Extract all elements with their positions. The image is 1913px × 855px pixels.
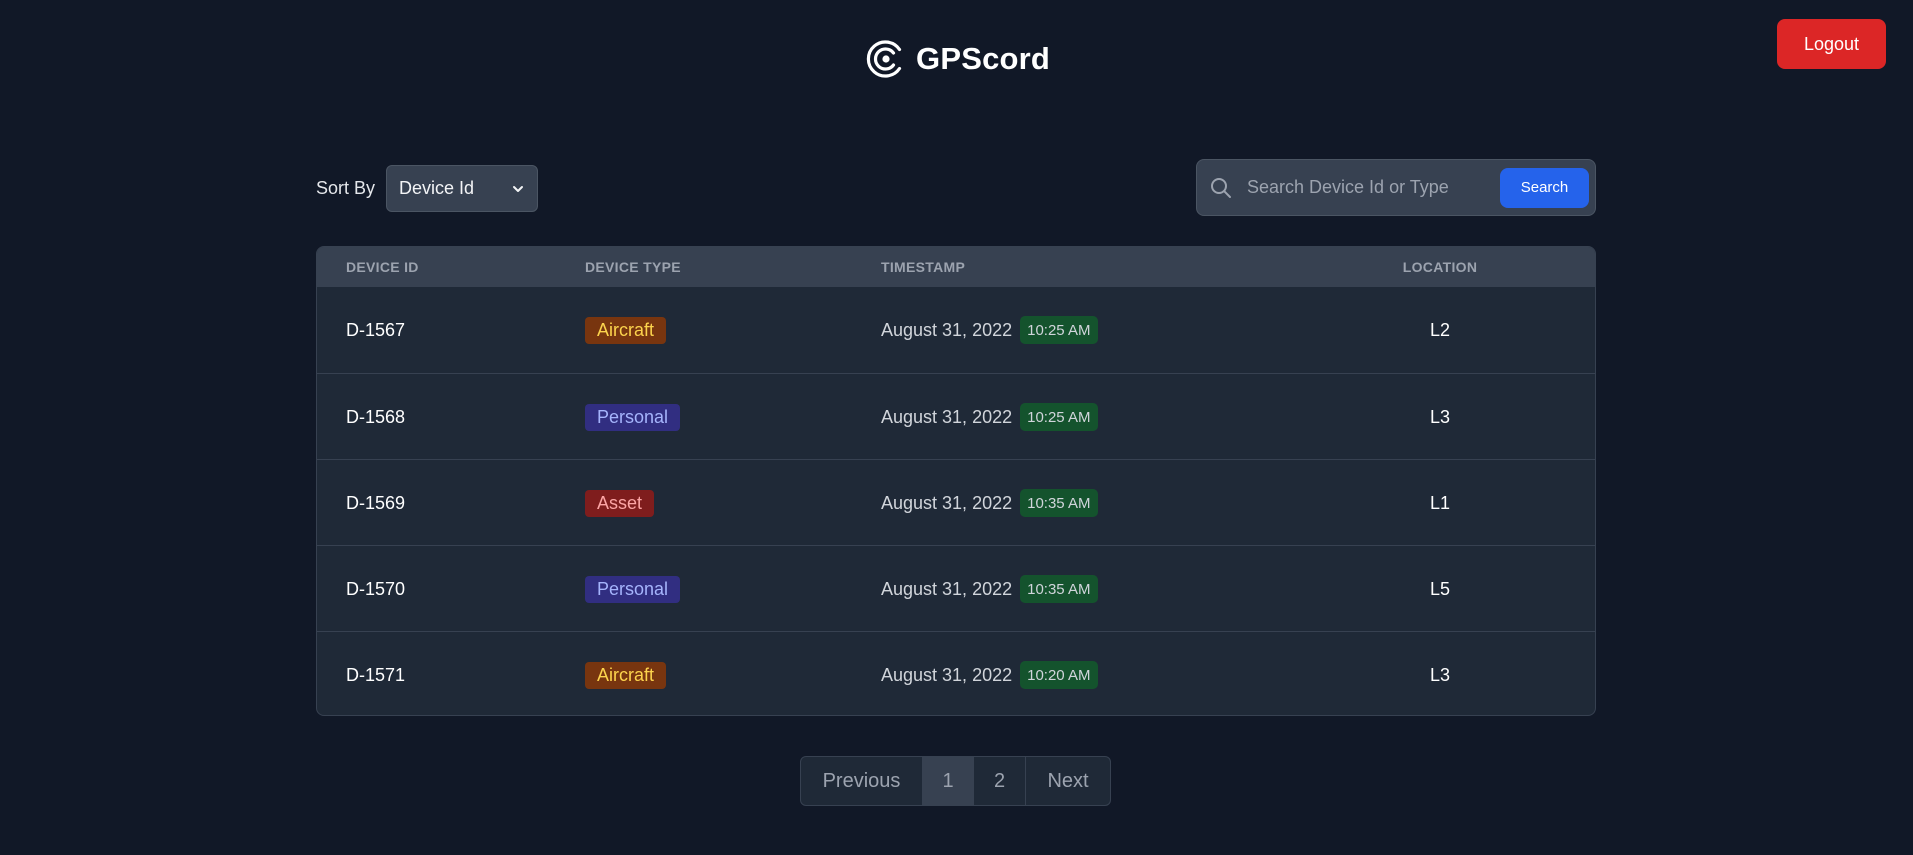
location-cell: L3 bbox=[1429, 664, 1451, 685]
device-id-cell: D-1567 bbox=[346, 319, 406, 340]
table-row[interactable]: D-1569 Asset August 31, 2022 10:35 AM L1 bbox=[317, 459, 1595, 545]
sort-label: Sort By bbox=[316, 178, 376, 198]
gpscord-logo-icon bbox=[866, 40, 902, 78]
device-type-cell: Asset bbox=[585, 460, 655, 546]
timestamp-cell: August 31, 2022 10:35 AM bbox=[881, 546, 1098, 632]
timestamp-time-badge: 10:35 AM bbox=[1020, 575, 1098, 603]
table-row[interactable]: D-1568 Personal August 31, 2022 10:25 AM … bbox=[317, 373, 1595, 459]
timestamp-cell: August 31, 2022 10:25 AM bbox=[881, 374, 1098, 460]
timestamp-date: August 31, 2022 bbox=[881, 492, 1013, 513]
timestamp-date: August 31, 2022 bbox=[881, 319, 1013, 340]
column-header-device-id: DEVICE ID bbox=[346, 259, 419, 275]
table-row[interactable]: D-1571 Aircraft August 31, 2022 10:20 AM … bbox=[317, 631, 1595, 715]
device-type-cell: Personal bbox=[585, 374, 681, 460]
device-type-cell: Aircraft bbox=[585, 632, 667, 715]
search-button[interactable]: Search bbox=[1500, 167, 1589, 208]
column-header-timestamp: TIMESTAMP bbox=[881, 259, 966, 275]
pagination: Previous 1 2 Next bbox=[800, 756, 1111, 806]
timestamp-time-badge: 10:25 AM bbox=[1020, 403, 1098, 431]
app-name: GPScord bbox=[916, 41, 1051, 76]
device-type-badge: Aircraft bbox=[585, 661, 667, 689]
previous-page-button[interactable]: Previous bbox=[801, 757, 922, 805]
location-cell: L5 bbox=[1429, 578, 1451, 599]
device-type-cell: Aircraft bbox=[585, 287, 667, 373]
chevron-down-icon bbox=[513, 185, 524, 192]
timestamp-date: August 31, 2022 bbox=[881, 578, 1013, 599]
sort-control: Sort By Device Id bbox=[316, 165, 539, 212]
page-2-button[interactable]: 2 bbox=[973, 757, 1025, 805]
page-1-button[interactable]: 1 bbox=[922, 757, 973, 805]
device-type-cell: Personal bbox=[585, 546, 681, 632]
table-row[interactable]: D-1570 Personal August 31, 2022 10:35 AM … bbox=[317, 545, 1595, 631]
timestamp-time-badge: 10:20 AM bbox=[1020, 661, 1098, 689]
device-id-cell: D-1568 bbox=[346, 406, 406, 427]
table-body: D-1567 Aircraft August 31, 2022 10:25 AM … bbox=[317, 287, 1595, 715]
timestamp-cell: August 31, 2022 10:20 AM bbox=[881, 632, 1098, 715]
timestamp-date: August 31, 2022 bbox=[881, 406, 1013, 427]
device-id-cell: D-1569 bbox=[346, 492, 406, 513]
device-type-badge: Aircraft bbox=[585, 316, 667, 344]
timestamp-time-badge: 10:25 AM bbox=[1020, 316, 1098, 344]
column-header-location: LOCATION bbox=[1402, 259, 1478, 275]
location-cell: L3 bbox=[1429, 406, 1451, 427]
timestamp-cell: August 31, 2022 10:35 AM bbox=[881, 460, 1098, 546]
location-cell: L2 bbox=[1429, 319, 1451, 340]
device-type-badge: Personal bbox=[585, 575, 681, 603]
timestamp-date: August 31, 2022 bbox=[881, 664, 1013, 685]
sort-selected-value: Device Id bbox=[399, 178, 475, 198]
device-type-badge: Personal bbox=[585, 403, 681, 431]
device-id-cell: D-1570 bbox=[346, 578, 406, 599]
search-bar: Search bbox=[1196, 159, 1596, 216]
device-table: DEVICE ID DEVICE TYPE TIMESTAMP LOCATION… bbox=[316, 246, 1596, 716]
table-row[interactable]: D-1567 Aircraft August 31, 2022 10:25 AM … bbox=[317, 287, 1595, 373]
location-cell: L1 bbox=[1429, 492, 1451, 513]
logout-button[interactable]: Logout bbox=[1777, 19, 1886, 69]
sort-select[interactable]: Device Id bbox=[386, 165, 539, 212]
device-id-cell: D-1571 bbox=[346, 664, 406, 685]
device-type-badge: Asset bbox=[585, 489, 655, 517]
brand: GPScord bbox=[866, 37, 1050, 81]
table-header: DEVICE ID DEVICE TYPE TIMESTAMP LOCATION bbox=[317, 247, 1595, 287]
timestamp-time-badge: 10:35 AM bbox=[1020, 489, 1098, 517]
next-page-button[interactable]: Next bbox=[1025, 757, 1110, 805]
timestamp-cell: August 31, 2022 10:25 AM bbox=[881, 287, 1098, 373]
search-input[interactable] bbox=[1233, 167, 1500, 208]
column-header-device-type: DEVICE TYPE bbox=[585, 259, 681, 275]
search-icon bbox=[1211, 177, 1231, 198]
